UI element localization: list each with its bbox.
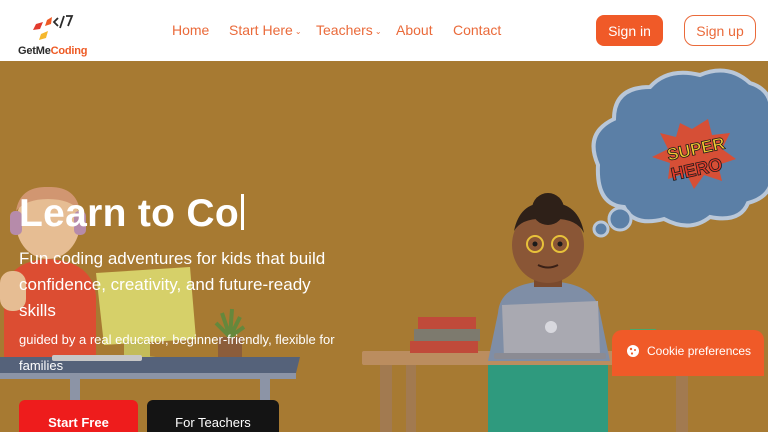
nav-teachers-label: Teachers	[316, 22, 373, 38]
sign-in-button[interactable]: Sign in	[596, 15, 663, 46]
for-teachers-button[interactable]: For Teachers	[147, 400, 279, 432]
sign-up-label: Sign up	[696, 22, 744, 39]
kid-figure-right	[488, 193, 610, 432]
nav-teachers-dropdown[interactable]: Teachers ⌄	[316, 22, 382, 38]
book-stack	[410, 317, 480, 353]
logo-wordmark: GetMeCoding	[18, 45, 88, 57]
nav-home-link[interactable]: Home	[172, 22, 209, 38]
nav-contact-link[interactable]: Contact	[453, 22, 501, 38]
nav-start-here-dropdown[interactable]: Start Here ⌄	[229, 22, 302, 38]
nav-about-link[interactable]: About	[396, 22, 433, 38]
sign-in-label: Sign in	[608, 22, 651, 39]
logo-mark-icon	[33, 15, 74, 40]
cookie-preferences-label: Cookie preferences	[647, 344, 752, 358]
logo-text-get: GetMe	[18, 45, 51, 57]
hero-subtitle: Fun coding adventures for kids that buil…	[19, 249, 326, 320]
thought-bubble: SUPER HERO	[591, 68, 768, 238]
hero-title: Learn to Co	[19, 192, 244, 236]
sign-up-button[interactable]: Sign up	[684, 15, 756, 46]
nav-about-label: About	[396, 22, 433, 38]
cookie-preferences-button[interactable]: Cookie preferences	[612, 330, 764, 376]
site-header: GetMeCoding Home Start Here ⌄ Teachers ⌄ A…	[0, 0, 768, 61]
nav-start-here-label: Start Here	[229, 22, 293, 38]
chevron-down-icon: ⌄	[374, 26, 382, 36]
logo-text-coding: Coding	[50, 45, 88, 57]
nav-contact-label: Contact	[453, 22, 502, 38]
start-free-button[interactable]: Start Free	[19, 400, 138, 432]
start-free-label: Start Free	[48, 415, 109, 430]
typing-caret	[240, 194, 244, 230]
hero-section: SUPER HERO Learn to Co Fun coding advent…	[0, 61, 768, 432]
nav-home-label: Home	[172, 22, 210, 38]
hero-note: guided by a real educator, beginner-frie…	[19, 332, 335, 373]
cookie-icon	[627, 345, 639, 357]
for-teachers-label: For Teachers	[175, 415, 251, 430]
chevron-down-icon: ⌄	[294, 26, 302, 36]
site-logo[interactable]: GetMeCoding	[18, 12, 102, 58]
hero-title-text: Learn to Co	[19, 192, 239, 235]
